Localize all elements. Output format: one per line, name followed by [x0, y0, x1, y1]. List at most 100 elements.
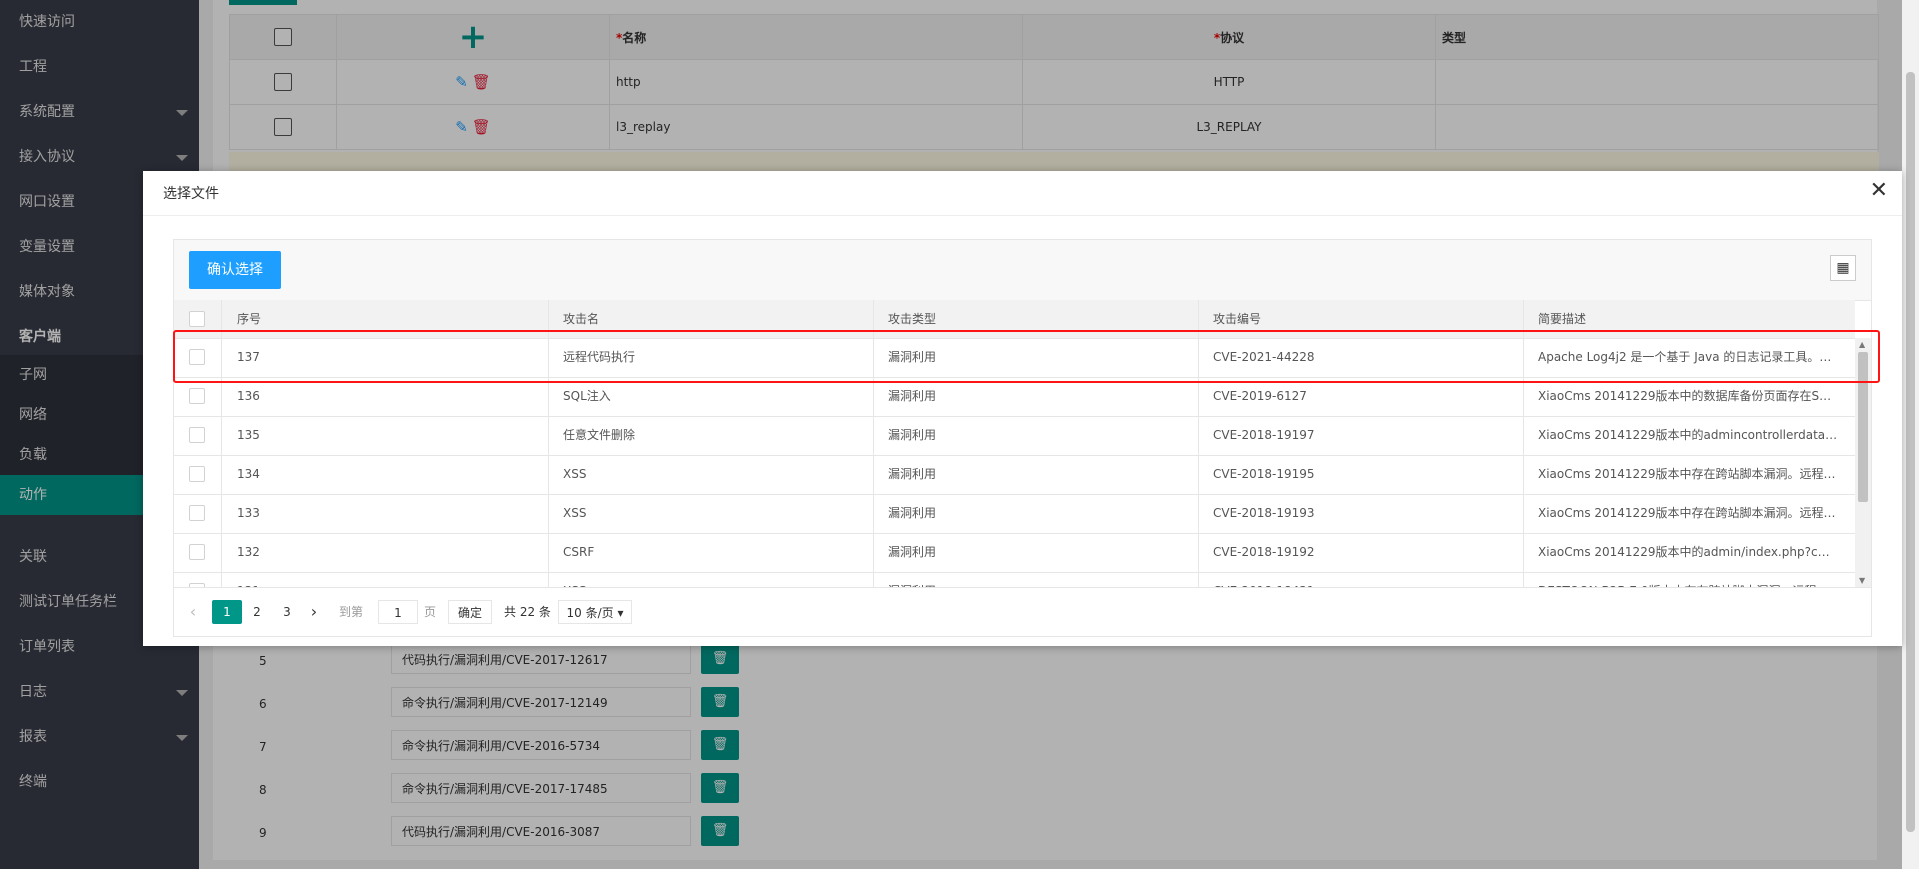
cell-name: 任意文件删除	[563, 428, 636, 442]
chevron-down-icon: ▾	[617, 606, 624, 620]
column-divider	[221, 494, 222, 533]
column-divider	[221, 533, 222, 572]
cell-id: 137	[237, 350, 260, 364]
column-divider	[548, 416, 549, 455]
column-divider	[1523, 377, 1524, 416]
cell-desc: DESTOON B2B 7.0版本中存在跨站脚本漏洞。远程攻击者	[1538, 572, 1838, 587]
cell-name: XSS	[563, 467, 587, 481]
pagination: ‹ 1 2 3 › 到第 1 页 确定 共 22 条 10 条/页 ▾	[174, 587, 1871, 637]
cell-cve: CVE-2018-19192	[1213, 545, 1315, 559]
table-row[interactable]: 131 XSS 漏洞利用 CVE-2018-18431 DESTOON B2B 7.0版…	[174, 572, 1855, 587]
modal-title: 选择文件	[163, 186, 219, 202]
column-divider	[1523, 416, 1524, 455]
cell-name: CSRF	[563, 545, 595, 559]
file-table-panel: 确认选择 ▦ 序号 攻击名 攻击类型 攻击编号 简要描述 137 远程代码执行 漏洞…	[173, 239, 1872, 637]
column-divider	[1198, 455, 1199, 494]
row-checkbox[interactable]	[189, 544, 205, 560]
row-checkbox[interactable]	[189, 388, 205, 404]
column-divider	[548, 533, 549, 572]
cell-desc: XiaoCms 20141229版本中存在跨站脚本漏洞。远程攻击者可借助	[1538, 467, 1838, 481]
goto-page-input[interactable]: 1	[378, 600, 418, 624]
page-1-button[interactable]: 1	[212, 600, 242, 624]
confirm-select-button[interactable]: 确认选择	[189, 251, 281, 289]
column-divider	[548, 300, 549, 338]
cell-type: 漏洞利用	[888, 467, 937, 481]
cell-cve: CVE-2018-18431	[1213, 572, 1513, 587]
column-divider	[1198, 494, 1199, 533]
table-row[interactable]: 135 任意文件删除 漏洞利用 CVE-2018-19197 XiaoCms 20141…	[174, 416, 1855, 456]
column-divider	[1198, 338, 1199, 377]
column-divider	[873, 572, 874, 587]
table-scrollbar-thumb[interactable]	[1858, 352, 1868, 502]
col-id-header[interactable]: 序号	[237, 300, 261, 338]
cell-desc: XiaoCms 20141229版本中的数据库备份页面存在SQL注入漏洞	[1538, 389, 1838, 403]
page-scrollbar-thumb[interactable]	[1906, 72, 1915, 832]
column-divider	[873, 338, 874, 377]
page-3-button[interactable]: 3	[272, 600, 302, 624]
column-divider	[221, 455, 222, 494]
column-divider	[1523, 338, 1524, 377]
column-divider	[548, 377, 549, 416]
cell-name: SQL注入	[563, 389, 611, 403]
row-checkbox[interactable]	[189, 466, 205, 482]
table-row[interactable]: 137 远程代码执行 漏洞利用 CVE-2021-44228 Apache Log4j2…	[174, 338, 1855, 378]
page-2-button[interactable]: 2	[242, 600, 272, 624]
table-toolbar: 确认选择 ▦	[174, 240, 1871, 301]
column-divider	[873, 300, 874, 338]
column-divider	[221, 572, 222, 587]
table-row[interactable]: 136 SQL注入 漏洞利用 CVE-2019-6127 XiaoCms 2014122…	[174, 377, 1855, 417]
table-row[interactable]: 132 CSRF 漏洞利用 CVE-2018-19192 XiaoCms 2014122…	[174, 533, 1855, 573]
table-row[interactable]: 133 XSS 漏洞利用 CVE-2018-19193 XiaoCms 20141229…	[174, 494, 1855, 534]
column-divider	[1523, 300, 1524, 338]
cell-name: 远程代码执行	[563, 350, 636, 364]
table-header: 序号 攻击名 攻击类型 攻击编号 简要描述	[174, 300, 1855, 339]
column-divider	[1523, 455, 1524, 494]
per-page-select[interactable]: 10 条/页 ▾	[558, 600, 632, 624]
row-checkbox[interactable]	[189, 427, 205, 443]
cell-desc: XiaoCms 20141229版本中的admin/index.php?c=co…	[1538, 545, 1838, 559]
column-divider	[221, 300, 222, 338]
column-divider	[548, 455, 549, 494]
prev-page-icon[interactable]: ‹	[186, 600, 200, 624]
col-type-header[interactable]: 攻击类型	[888, 300, 936, 338]
cell-id: 132	[237, 545, 260, 559]
column-divider	[548, 338, 549, 377]
cell-type: 漏洞利用	[888, 545, 937, 559]
cell-type: 漏洞利用	[888, 572, 1188, 587]
row-checkbox[interactable]	[189, 505, 205, 521]
close-icon[interactable]: ✕	[1870, 180, 1888, 202]
goto-ok-button[interactable]: 确定	[448, 600, 492, 624]
row-checkbox[interactable]	[189, 349, 205, 365]
cell-cve: CVE-2018-19195	[1213, 467, 1315, 481]
cell-cve: CVE-2018-19193	[1213, 506, 1315, 520]
col-desc-header[interactable]: 简要描述	[1538, 300, 1586, 338]
cell-type: 漏洞利用	[888, 350, 937, 364]
cell-type: 漏洞利用	[888, 506, 937, 520]
column-divider	[221, 416, 222, 455]
cell-name: XSS	[563, 572, 863, 587]
table-row[interactable]: 134 XSS 漏洞利用 CVE-2018-19195 XiaoCms 20141229…	[174, 455, 1855, 495]
cell-desc: XiaoCms 20141229版本中存在跨站脚本漏洞。远程攻击者可借助	[1538, 506, 1838, 520]
column-divider	[873, 377, 874, 416]
column-divider	[873, 455, 874, 494]
column-divider	[873, 494, 874, 533]
cell-id: 136	[237, 389, 260, 403]
column-divider	[1198, 377, 1199, 416]
table-scrollbar[interactable]: ▲ ▼	[1855, 338, 1871, 587]
columns-icon[interactable]: ▦	[1830, 255, 1856, 281]
cell-type: 漏洞利用	[888, 428, 937, 442]
page-unit-label: 页	[424, 605, 437, 619]
select-file-modal: 选择文件 ✕ 确认选择 ▦ 序号 攻击名 攻击类型 攻击编号 简要描述 137 远…	[143, 171, 1902, 646]
scroll-down-icon[interactable]: ▼	[1859, 576, 1865, 585]
scroll-up-icon[interactable]: ▲	[1859, 340, 1865, 349]
select-all-checkbox[interactable]	[189, 311, 205, 327]
column-divider	[1523, 494, 1524, 533]
cell-desc: XiaoCms 20141229版本中的admincontrollerdatab…	[1538, 428, 1838, 442]
col-name-header[interactable]: 攻击名	[563, 300, 599, 338]
next-page-icon[interactable]: ›	[304, 600, 324, 624]
page-scrollbar[interactable]	[1902, 0, 1919, 869]
column-divider	[221, 377, 222, 416]
cell-id: 134	[237, 467, 260, 481]
column-divider	[1523, 572, 1524, 587]
col-cve-header[interactable]: 攻击编号	[1213, 300, 1261, 338]
